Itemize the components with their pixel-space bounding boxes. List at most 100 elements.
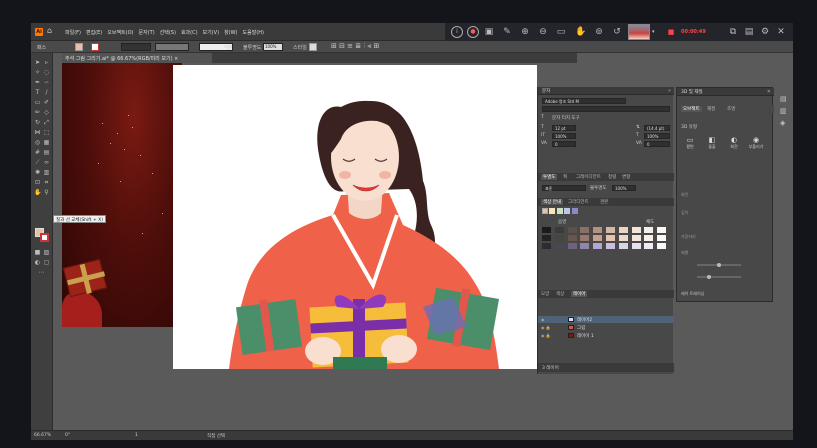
symbol-sprayer-icon[interactable]: ✺	[34, 169, 41, 176]
type-tool-icon[interactable]: T	[541, 115, 544, 120]
scale-tool-icon[interactable]: ⤢	[43, 119, 50, 126]
opacity-field[interactable]: 100%	[263, 43, 283, 51]
3d-plane-button[interactable]: ▭ 평면	[681, 136, 699, 150]
align-icons[interactable]: ⊞ ⊟ ≡ ≣ ⫶ ⫷ ⊞	[331, 42, 379, 51]
color-guide-grid[interactable]	[542, 227, 670, 253]
mesh-tool-icon[interactable]: #	[34, 149, 41, 156]
chevron-down-icon[interactable]: ▾	[652, 29, 655, 35]
line-tool-icon[interactable]: /	[43, 89, 50, 96]
tab-gradient-panel[interactable]: 그라디언트	[568, 199, 589, 205]
hand-icon[interactable]: ✋	[575, 26, 587, 38]
note-icon[interactable]: ▣	[483, 26, 495, 38]
color-guide-cell[interactable]	[542, 235, 551, 241]
tab-transform[interactable]: 변형	[622, 174, 630, 180]
eyedropper-icon[interactable]: ⟋	[34, 159, 41, 166]
color-guide-cell[interactable]	[657, 243, 667, 249]
artboard-number[interactable]: 1	[135, 433, 138, 438]
vertical-scale-field[interactable]: 100%	[552, 133, 576, 139]
close-icon[interactable]: ✕	[775, 26, 787, 38]
close-tab-icon[interactable]: ×	[174, 56, 178, 62]
column-graph-icon[interactable]: ▥	[43, 169, 50, 176]
stroke-color-box[interactable]	[40, 233, 49, 242]
layer-row[interactable]: ◉ 레이어2	[538, 316, 674, 323]
close-icon[interactable]: ✕	[767, 89, 771, 95]
menu-file[interactable]: 파일(F)	[65, 29, 81, 36]
transparency-opacity-field[interactable]: 100%	[612, 185, 636, 191]
menu-help[interactable]: 도움말(H)	[243, 29, 264, 36]
layers-icon[interactable]: ◈	[780, 119, 788, 127]
tab-align[interactable]: 정렬	[608, 174, 616, 180]
close-icon[interactable]: »	[668, 88, 671, 94]
tab-transparency[interactable]: 투명도	[541, 174, 558, 180]
zoom-level[interactable]: 66.67%	[34, 433, 51, 438]
perspective-icon[interactable]: ▦	[43, 139, 50, 146]
direct-selection-tool-icon[interactable]: ▹	[43, 59, 50, 66]
menu-select[interactable]: 선택(S)	[160, 29, 176, 36]
tracking-field[interactable]: 0	[644, 141, 670, 147]
menu-edit[interactable]: 편집(E)	[86, 29, 102, 36]
stroke-weight-field[interactable]	[121, 43, 151, 51]
blend-mode-select[interactable]: 표준	[542, 185, 586, 191]
color-guide-cell[interactable]	[554, 227, 564, 233]
artboard-tool-icon[interactable]: ⊡	[34, 179, 41, 186]
document-tab[interactable]: 추석 그림 그리기.ai* @ 66.67%(RGB/미리 보기) ×	[62, 53, 212, 63]
tab-appearance[interactable]: 모양	[541, 291, 549, 297]
width-tool-icon[interactable]: ⋈	[34, 129, 41, 136]
slider-knob[interactable]	[707, 275, 711, 279]
color-mode-icon[interactable]: ■	[34, 249, 41, 256]
graphic-style-swatch[interactable]	[309, 43, 317, 51]
twist-slider[interactable]	[697, 275, 741, 279]
menu-view[interactable]: 보기(V)	[203, 29, 220, 36]
color-guide-cell[interactable]	[644, 243, 654, 249]
color-guide-cell[interactable]	[554, 235, 564, 241]
color-guide-cell[interactable]	[593, 235, 603, 241]
3d-extrude-button[interactable]: ◧ 돌출	[703, 136, 721, 150]
slice-tool-icon[interactable]: ⌗	[43, 179, 50, 186]
tab-lighting[interactable]: 조명	[727, 106, 735, 112]
capture-icon[interactable]: ⧉	[727, 26, 739, 38]
horizontal-scale-field[interactable]: 100%	[644, 133, 670, 139]
type-tool-icon[interactable]: T	[34, 89, 41, 96]
fill-swatch[interactable]	[75, 43, 83, 51]
curvature-icon[interactable]: ∽	[43, 79, 50, 86]
color-guide-cell[interactable]	[567, 227, 577, 233]
cursor-icon[interactable]: ↺	[611, 26, 623, 38]
hand-tool-icon[interactable]: ✋	[34, 189, 41, 196]
rotation-value[interactable]: 0°	[65, 433, 70, 438]
free-transform-icon[interactable]: ⬚	[43, 129, 50, 136]
stroke-swatch[interactable]	[91, 43, 99, 51]
color-guide-cell[interactable]	[580, 235, 590, 241]
eye-icon[interactable]: ◉	[541, 317, 545, 322]
mouse-icon[interactable]: ⊚	[593, 26, 605, 38]
menu-type[interactable]: 문자(T)	[139, 29, 155, 36]
gradient-tool-icon[interactable]: ▤	[43, 149, 50, 156]
color-guide-cell[interactable]	[567, 243, 577, 249]
eraser-icon[interactable]: ◇	[43, 109, 50, 116]
webcam-thumbnail[interactable]	[628, 24, 650, 40]
depth-slider[interactable]	[697, 263, 741, 267]
record-icon[interactable]: ●	[467, 26, 479, 38]
edit-toolbar-icon[interactable]: ⋯	[38, 269, 45, 276]
tab-stroke[interactable]: 획	[563, 174, 567, 180]
paintbrush-icon[interactable]: ✐	[43, 99, 50, 106]
screen-mode-icon[interactable]: ▢	[43, 259, 50, 266]
color-guide-cell[interactable]	[554, 243, 564, 249]
magic-wand-icon[interactable]: ✧	[34, 69, 41, 76]
variable-width-field[interactable]	[155, 43, 189, 51]
gradient-mode-icon[interactable]: ▨	[43, 249, 50, 256]
screen-icon[interactable]: ▭	[555, 26, 567, 38]
shape-builder-icon[interactable]: ◎	[34, 139, 41, 146]
rotate-tool-icon[interactable]: ↻	[34, 119, 41, 126]
home-icon[interactable]: ⌂	[47, 27, 55, 35]
kerning-field[interactable]: 0	[552, 141, 576, 147]
pen-tool-icon[interactable]: ✒	[34, 79, 41, 86]
color-guide-cell[interactable]	[618, 227, 628, 233]
color-guide-cell[interactable]	[580, 227, 590, 233]
color-guide-cell[interactable]	[631, 243, 641, 249]
blend-tool-icon[interactable]: ∞	[43, 159, 50, 166]
info-icon[interactable]: i	[451, 26, 463, 38]
3d-revolve-button[interactable]: ◐ 회전	[725, 136, 743, 150]
leading-field[interactable]: (14.4 pt)	[644, 125, 670, 131]
color-guide-cell[interactable]	[606, 243, 615, 249]
selection-tool-icon[interactable]: ➤	[34, 59, 41, 66]
